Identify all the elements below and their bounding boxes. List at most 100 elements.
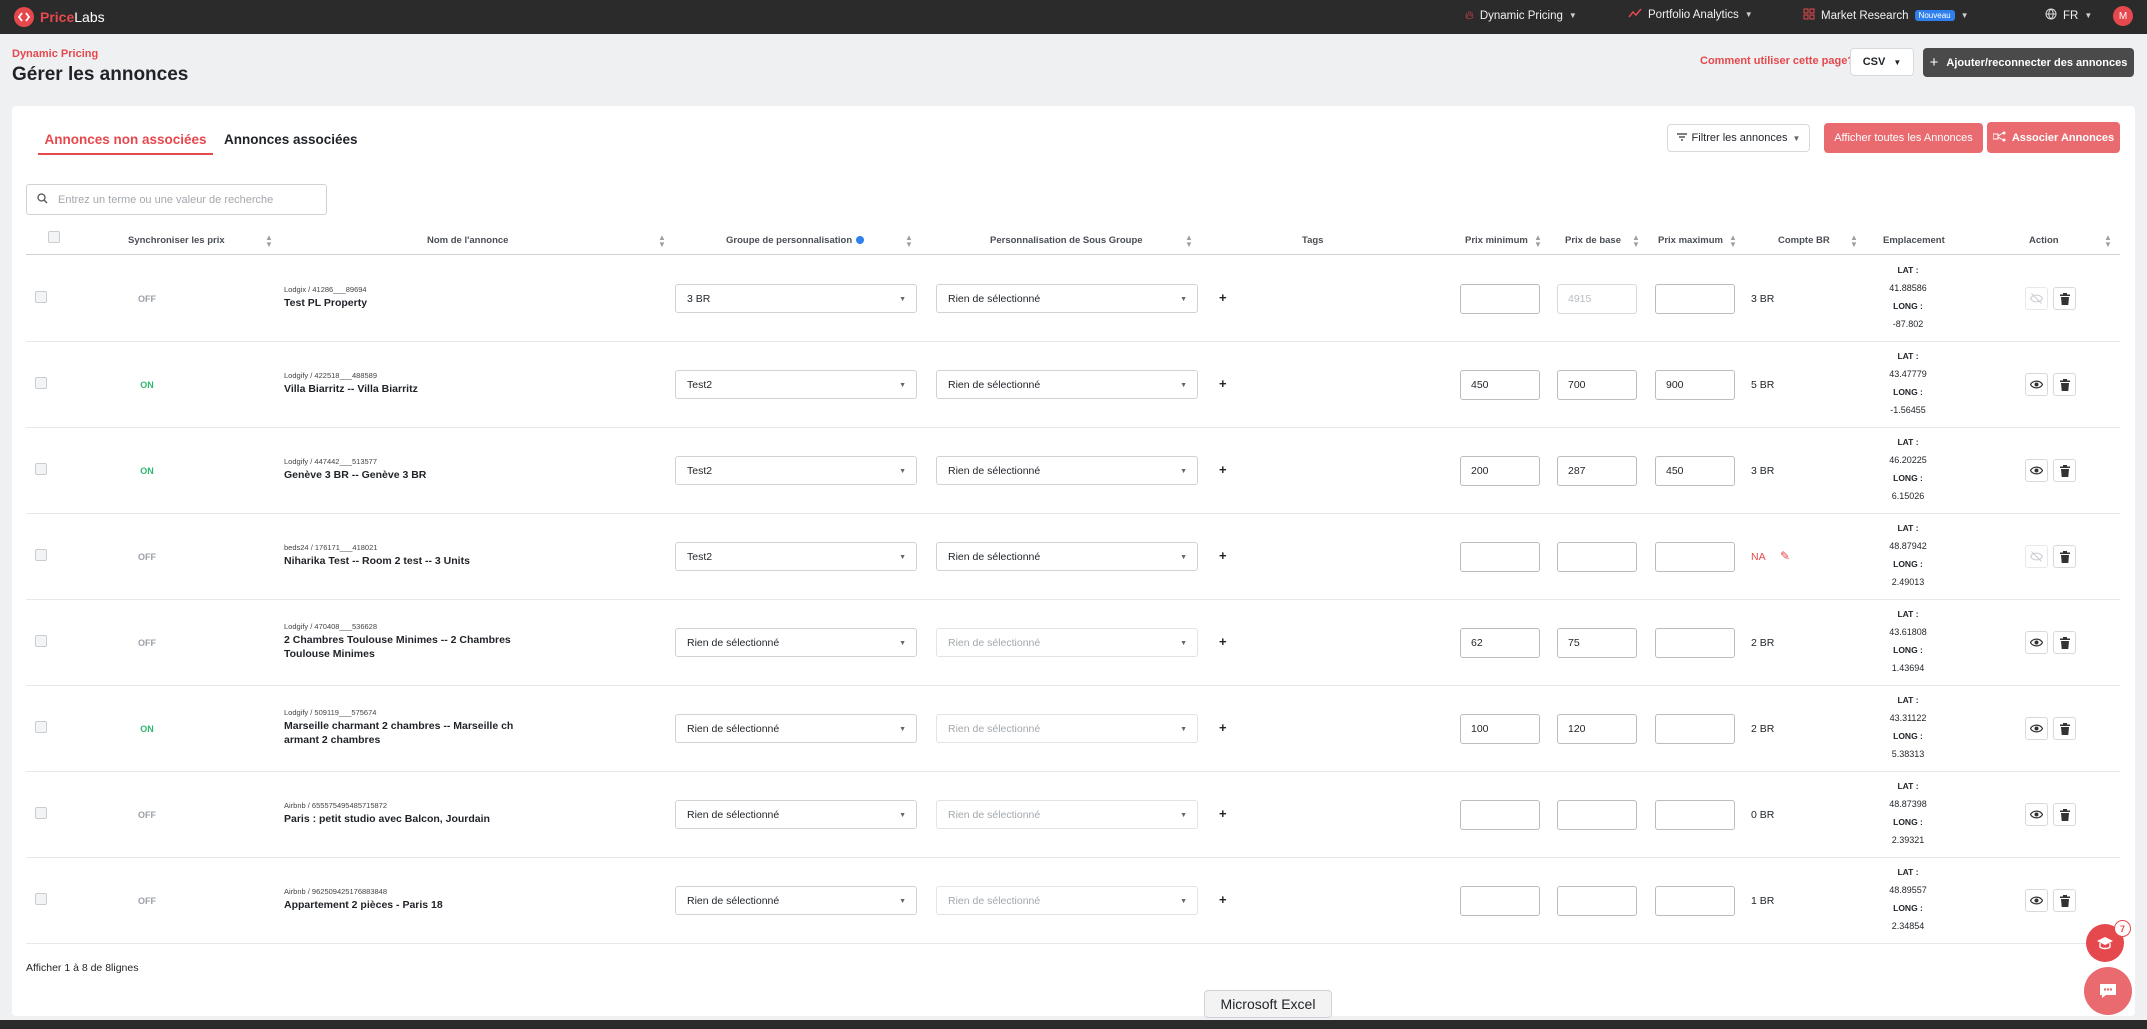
sync-status[interactable]: ON (122, 724, 172, 734)
sort-icon[interactable]: ▲ ▼ (1534, 234, 1542, 249)
sync-status[interactable]: OFF (122, 552, 172, 562)
col-group[interactable]: Groupe de personnalisation (726, 235, 865, 246)
subgroup-select[interactable]: Rien de sélectionné ▼ (936, 542, 1198, 571)
add-tag-button[interactable]: + (1219, 720, 1227, 735)
col-sync[interactable]: Synchroniser les prix (128, 235, 225, 246)
sort-icon[interactable]: ▲ ▼ (265, 234, 273, 249)
base-price-input[interactable]: 75 (1557, 628, 1637, 658)
nav-dynamic-pricing[interactable]: 🔥︎ Dynamic Pricing ▼ (1465, 8, 1577, 23)
add-tag-button[interactable]: + (1219, 806, 1227, 821)
max-price-input[interactable] (1655, 886, 1735, 916)
sort-icon[interactable]: ▲ ▼ (905, 234, 913, 249)
max-price-input[interactable]: 900 (1655, 370, 1735, 400)
csv-dropdown-button[interactable]: CSV ▼ (1850, 48, 1914, 76)
add-tag-button[interactable]: + (1219, 892, 1227, 907)
base-price-input[interactable]: 287 (1557, 456, 1637, 486)
col-subgroup[interactable]: Personnalisation de Sous Groupe (990, 235, 1143, 246)
subgroup-select[interactable]: Rien de sélectionné ▼ (936, 456, 1198, 485)
row-checkbox[interactable] (35, 291, 47, 303)
subgroup-select[interactable]: Rien de sélectionné ▼ (936, 284, 1198, 313)
show-all-listings-button[interactable]: Afficher toutes les Annonces (1824, 123, 1983, 153)
add-tag-button[interactable]: + (1219, 634, 1227, 649)
custom-group-select[interactable]: Test2 ▼ (675, 542, 917, 571)
add-tag-button[interactable]: + (1219, 462, 1227, 477)
listing-name[interactable]: Villa Biarritz -- Villa Biarritz (284, 382, 514, 396)
eye-off-icon[interactable] (2025, 287, 2048, 310)
min-price-input[interactable]: 100 (1460, 714, 1540, 744)
base-price-input[interactable]: 4915 (1557, 284, 1637, 314)
nav-market-research[interactable]: Market Research Nouveau ▼ (1803, 8, 1969, 23)
base-price-input[interactable]: 700 (1557, 370, 1637, 400)
sync-status[interactable]: OFF (122, 294, 172, 304)
trash-icon[interactable] (2053, 889, 2076, 912)
base-price-input[interactable]: 120 (1557, 714, 1637, 744)
sync-status[interactable]: ON (122, 380, 172, 390)
help-link[interactable]: Comment utiliser cette page? (1700, 55, 1854, 67)
max-price-input[interactable]: 450 (1655, 456, 1735, 486)
listing-name[interactable]: 2 Chambres Toulouse Minimes -- 2 Chambre… (284, 633, 514, 661)
sort-icon[interactable]: ▲ ▼ (1729, 234, 1737, 249)
min-price-input[interactable] (1460, 800, 1540, 830)
trash-icon[interactable] (2053, 545, 2076, 568)
sync-status[interactable]: ON (122, 466, 172, 476)
listing-name[interactable]: Appartement 2 pièces - Paris 18 (284, 898, 514, 912)
min-price-input[interactable] (1460, 886, 1540, 916)
base-price-input[interactable] (1557, 800, 1637, 830)
row-checkbox[interactable] (35, 549, 47, 561)
custom-group-select[interactable]: Rien de sélectionné ▼ (675, 886, 917, 915)
custom-group-select[interactable]: Test2 ▼ (675, 370, 917, 399)
sort-icon[interactable]: ▲ ▼ (658, 234, 666, 249)
add-reconnect-listings-button[interactable]: + Ajouter/reconnecter des annonces (1923, 48, 2134, 77)
max-price-input[interactable] (1655, 628, 1735, 658)
min-price-input[interactable]: 200 (1460, 456, 1540, 486)
subgroup-select[interactable]: Rien de sélectionné ▼ (936, 370, 1198, 399)
sort-icon[interactable]: ▲ ▼ (2104, 234, 2112, 249)
max-price-input[interactable] (1655, 542, 1735, 572)
search-input[interactable] (58, 193, 318, 206)
col-br-count[interactable]: Compte BR (1778, 235, 1830, 246)
row-checkbox[interactable] (35, 893, 47, 905)
trash-icon[interactable] (2053, 459, 2076, 482)
info-icon[interactable] (856, 236, 865, 245)
row-checkbox[interactable] (35, 463, 47, 475)
select-all-checkbox[interactable] (48, 231, 60, 243)
user-avatar[interactable]: M (2113, 6, 2133, 26)
trash-icon[interactable] (2053, 631, 2076, 654)
row-checkbox[interactable] (35, 721, 47, 733)
row-checkbox[interactable] (35, 377, 47, 389)
col-name[interactable]: Nom de l'annonce (427, 235, 508, 246)
custom-group-select[interactable]: Rien de sélectionné ▼ (675, 628, 917, 657)
tab-linked-listings[interactable]: Annonces associées (224, 132, 358, 147)
eye-icon[interactable] (2025, 889, 2048, 912)
sync-status[interactable]: OFF (122, 638, 172, 648)
pricelabs-logo[interactable]: Price Labs (14, 7, 105, 27)
listing-name[interactable]: Paris : petit studio avec Balcon, Jourda… (284, 812, 514, 826)
eye-icon[interactable] (2025, 373, 2048, 396)
max-price-input[interactable] (1655, 714, 1735, 744)
breadcrumb[interactable]: Dynamic Pricing (12, 48, 98, 60)
language-selector[interactable]: FR ▼ (2045, 8, 2092, 23)
add-tag-button[interactable]: + (1219, 290, 1227, 305)
trash-icon[interactable] (2053, 287, 2076, 310)
max-price-input[interactable] (1655, 800, 1735, 830)
pencil-icon[interactable]: ✎ (1780, 549, 1790, 563)
row-checkbox[interactable] (35, 635, 47, 647)
eye-icon[interactable] (2025, 631, 2048, 654)
custom-group-select[interactable]: Rien de sélectionné ▼ (675, 800, 917, 829)
max-price-input[interactable] (1655, 284, 1735, 314)
trash-icon[interactable] (2053, 803, 2076, 826)
custom-group-select[interactable]: 3 BR ▼ (675, 284, 917, 313)
col-max-price[interactable]: Prix maximum (1658, 235, 1723, 246)
chat-icon[interactable] (2084, 967, 2132, 1015)
sort-icon[interactable]: ▲ ▼ (1850, 234, 1858, 249)
min-price-input[interactable]: 62 (1460, 628, 1540, 658)
listing-name[interactable]: Niharika Test -- Room 2 test -- 3 Units (284, 554, 514, 568)
eye-icon[interactable] (2025, 717, 2048, 740)
sync-status[interactable]: OFF (122, 810, 172, 820)
sync-status[interactable]: OFF (122, 896, 172, 906)
filter-listings-button[interactable]: Filtrer les annonces ▼ (1667, 124, 1810, 152)
associate-listings-button[interactable]: Associer Annonces (1987, 122, 2120, 153)
listing-name[interactable]: Test PL Property (284, 296, 514, 310)
min-price-input[interactable] (1460, 542, 1540, 572)
eye-icon[interactable] (2025, 459, 2048, 482)
